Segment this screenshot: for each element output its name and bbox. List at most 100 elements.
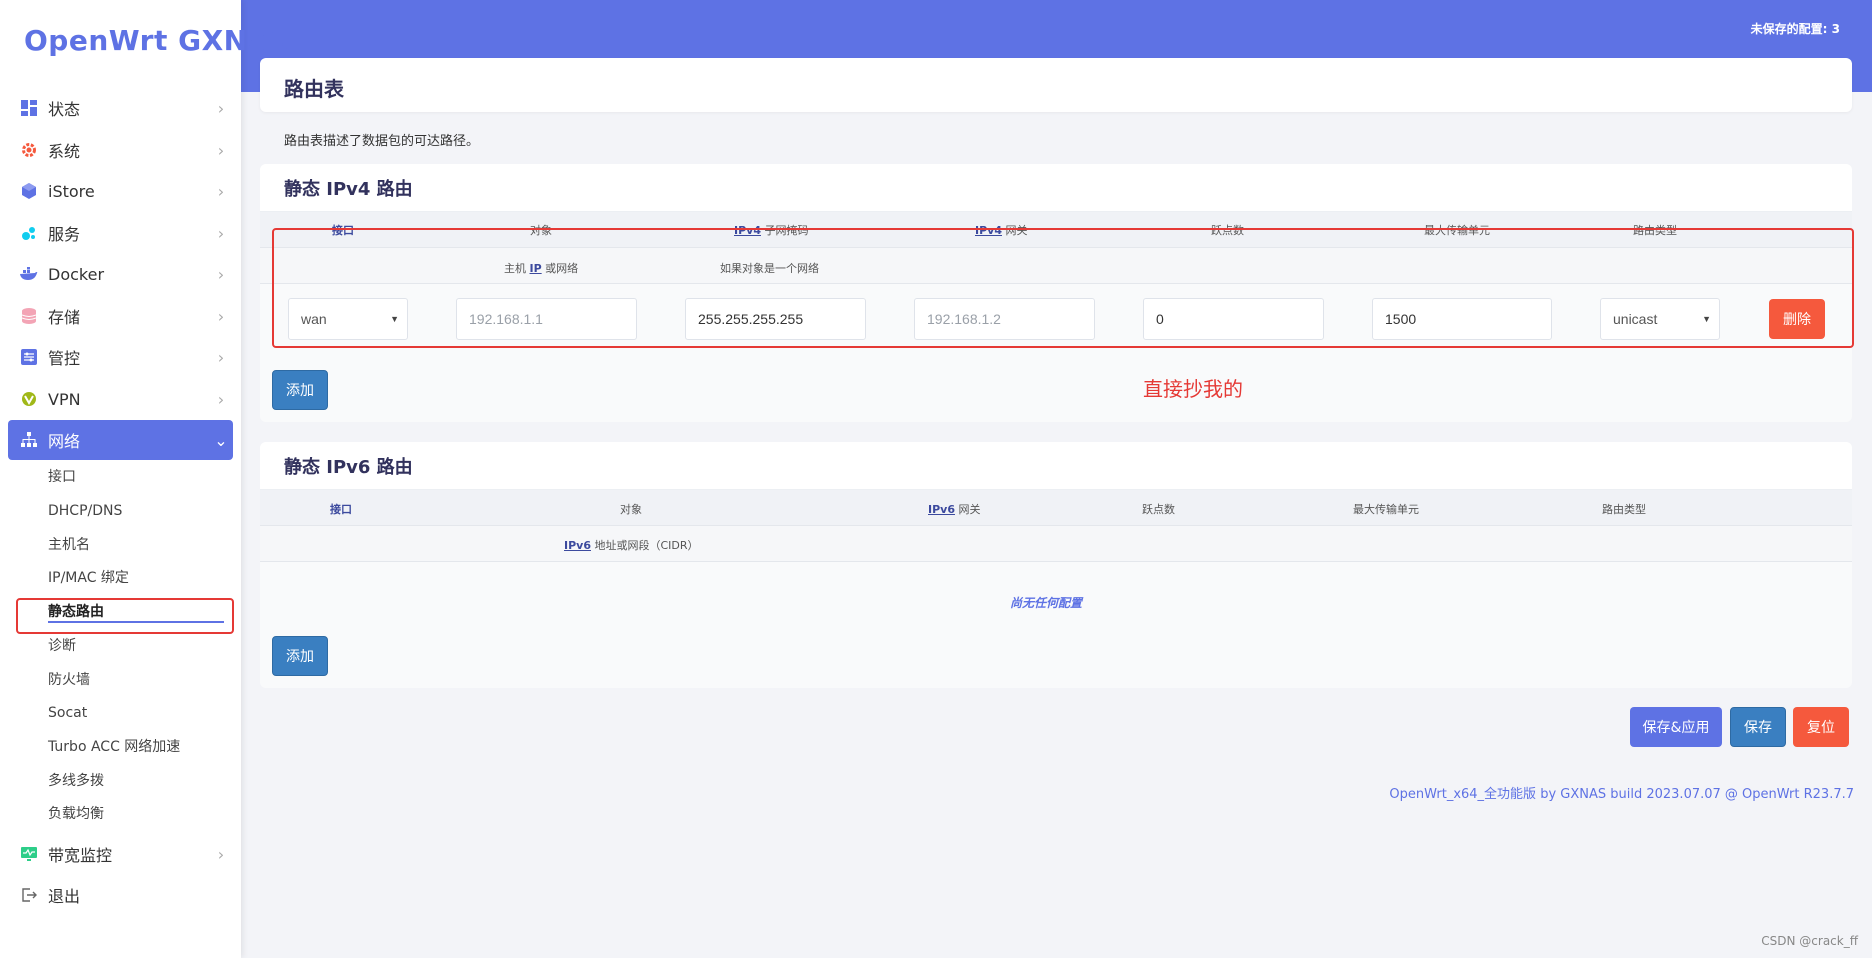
ipv4-routes-section: 静态 IPv4 路由 接口 对象 IPv4 子网掩码 IPv4 网关 跃点数 最… — [260, 164, 1852, 422]
sidebar-sub-socat[interactable]: Socat — [48, 702, 87, 724]
sidebar-item-logout[interactable]: 退出 — [8, 875, 233, 915]
col-interface[interactable]: 接口 — [330, 501, 352, 517]
page-title-card: 路由表 — [260, 58, 1852, 112]
gateway-input[interactable]: 192.168.1.2 — [914, 298, 1095, 340]
sidebar-item-services[interactable]: 服务 › — [8, 213, 233, 253]
section-title: 静态 IPv6 路由 — [260, 442, 1852, 490]
chevron-right-icon: › — [217, 264, 225, 284]
sidebar-item-storage[interactable]: 存储 › — [8, 296, 233, 336]
abbr-ipv6[interactable]: IPv6 — [928, 503, 955, 516]
col-metric: 跃点数 — [1211, 224, 1244, 237]
sidebar-sub-hostnames[interactable]: 主机名 — [48, 534, 90, 556]
chevron-down-icon: ⌄ — [214, 430, 228, 450]
chevron-right-icon: › — [217, 389, 225, 409]
route-type-select[interactable]: unicast ▼ — [1600, 298, 1720, 340]
abbr-ipv4[interactable]: IPv4 — [975, 224, 1002, 237]
cube-icon — [20, 182, 38, 200]
sidebar-sub-dhcp-dns[interactable]: DHCP/DNS — [48, 500, 122, 522]
ipv6-routes-section: 静态 IPv6 路由 接口 对象 IPv6 网关 跃点数 最大传输单元 路由类型… — [260, 442, 1852, 688]
sidebar-item-docker[interactable]: Docker › — [8, 254, 233, 294]
sidebar-item-label: 管控 — [48, 349, 81, 368]
sidebar-item-label: 状态 — [48, 100, 81, 119]
dashboard-icon — [20, 99, 38, 117]
ipv6-add-button[interactable]: 添加 — [272, 636, 328, 676]
sidebar-item-istore[interactable]: iStore › — [8, 171, 233, 211]
col-target: 对象 — [530, 224, 552, 237]
delete-button[interactable]: 删除 — [1769, 299, 1825, 339]
brand-logo[interactable]: OpenWrt GXNAS — [24, 24, 290, 57]
gear-icon — [20, 141, 38, 159]
chevron-right-icon: › — [217, 306, 225, 326]
sidebar-sub-interfaces[interactable]: 接口 — [48, 466, 76, 488]
sidebar-sub-static-routes[interactable]: 静态路由 — [48, 601, 224, 623]
col-route-type: 路由类型 — [1602, 503, 1646, 516]
page-description: 路由表描述了数据包的可达路径。 — [284, 134, 480, 149]
sidebar-sub-load-balancing[interactable]: 负载均衡 — [48, 803, 104, 825]
footer-version[interactable]: OpenWrt_x64_全功能版 by GXNAS build 2023.07.… — [1389, 783, 1854, 802]
sidebar-item-bandwidth-monitor[interactable]: 带宽监控 › — [8, 834, 233, 874]
table-header-row: 接口 对象 IPv6 网关 跃点数 最大传输单元 路由类型 — [260, 490, 1852, 526]
chevron-right-icon: › — [217, 347, 225, 367]
sidebar-item-control[interactable]: 管控 › — [8, 337, 233, 377]
puzzle-icon — [20, 224, 38, 242]
save-button[interactable]: 保存 — [1730, 707, 1786, 747]
sidebar-item-label: 退出 — [48, 887, 81, 906]
sidebar-sub-ip-mac-binding[interactable]: IP/MAC 绑定 — [48, 567, 129, 589]
netmask-input[interactable]: 255.255.255.255 — [685, 298, 866, 340]
target-input[interactable]: 192.168.1.1 — [456, 298, 637, 340]
sidebar-item-system[interactable]: 系统 › — [8, 130, 233, 170]
sidebar-item-network[interactable]: 网络 ⌄ — [8, 420, 233, 460]
interface-select[interactable]: wan ▼ — [288, 298, 408, 340]
sidebar-item-label: 网络 — [48, 432, 81, 451]
col-route-type: 路由类型 — [1633, 224, 1677, 237]
col-metric: 跃点数 — [1142, 503, 1175, 516]
sidebar-sub-turbo-acc[interactable]: Turbo ACC 网络加速 — [48, 736, 180, 758]
sidebar-sub-firewall[interactable]: 防火墙 — [48, 669, 90, 691]
database-icon — [20, 307, 38, 325]
sidebar-item-label: iStore — [48, 181, 95, 201]
logout-icon — [20, 886, 38, 904]
col-mtu: 最大传输单元 — [1353, 503, 1419, 516]
sidebar-item-vpn[interactable]: VPN › — [8, 379, 233, 419]
metric-input[interactable]: 0 — [1143, 298, 1324, 340]
network-icon — [20, 431, 38, 449]
hint-target: 主机 IP 或网络 — [504, 260, 578, 276]
section-title: 静态 IPv4 路由 — [260, 164, 1852, 212]
docker-icon — [20, 265, 38, 283]
col-netmask-text: 子网掩码 — [760, 224, 809, 237]
col-netmask: IPv4 子网掩码 — [734, 222, 808, 238]
reset-button[interactable]: 复位 — [1793, 707, 1849, 747]
hint-target-post: 或网络 — [541, 262, 579, 275]
abbr-ipv4[interactable]: IPv4 — [734, 224, 761, 237]
empty-placeholder: 尚无任何配置 — [1010, 596, 1083, 610]
save-apply-button[interactable]: 保存&应用 — [1630, 707, 1722, 747]
abbr-ip[interactable]: IP — [530, 262, 542, 275]
dropdown-caret-icon: ▼ — [1702, 314, 1711, 324]
interface-select-value: wan — [301, 311, 327, 327]
page-title: 路由表 — [284, 77, 344, 101]
monitor-icon — [20, 845, 38, 863]
sidebar-sub-diagnostics[interactable]: 诊断 — [48, 635, 76, 657]
route-type-select-value: unicast — [1613, 311, 1658, 327]
chevron-right-icon: › — [217, 181, 225, 201]
col-interface[interactable]: 接口 — [332, 222, 354, 238]
hint-target-text: 地址或网段（CIDR） — [590, 539, 699, 552]
hint-target-pre: 主机 — [504, 262, 530, 275]
sidebar-sub-multiwan-dial[interactable]: 多线多拨 — [48, 770, 104, 792]
col-target: 对象 — [620, 503, 642, 516]
sidebar: OpenWrt GXNAS 状态 › 系统 › iStore › 服务 › Do… — [0, 0, 290, 958]
sidebar-item-status[interactable]: 状态 › — [8, 88, 233, 128]
table-subheader-row: IPv6 地址或网段（CIDR） — [260, 526, 1852, 562]
unsaved-changes-link[interactable]: 未保存的配置: 3 — [1751, 20, 1840, 37]
mtu-input[interactable]: 1500 — [1372, 298, 1552, 340]
watermark: CSDN @crack_ff — [1761, 934, 1858, 948]
hint-netmask: 如果对象是一个网络 — [720, 262, 819, 275]
col-gateway-text: 网关 — [954, 503, 981, 516]
abbr-ipv6[interactable]: IPv6 — [564, 539, 591, 552]
sidebar-item-label: 服务 — [48, 225, 81, 244]
dropdown-caret-icon: ▼ — [390, 314, 399, 324]
col-gateway: IPv4 网关 — [975, 222, 1027, 238]
table-header-row: 接口 对象 IPv4 子网掩码 IPv4 网关 跃点数 最大传输单元 路由类型 — [260, 212, 1852, 248]
col-gateway: IPv6 网关 — [928, 501, 980, 517]
ipv4-add-button[interactable]: 添加 — [272, 370, 328, 410]
